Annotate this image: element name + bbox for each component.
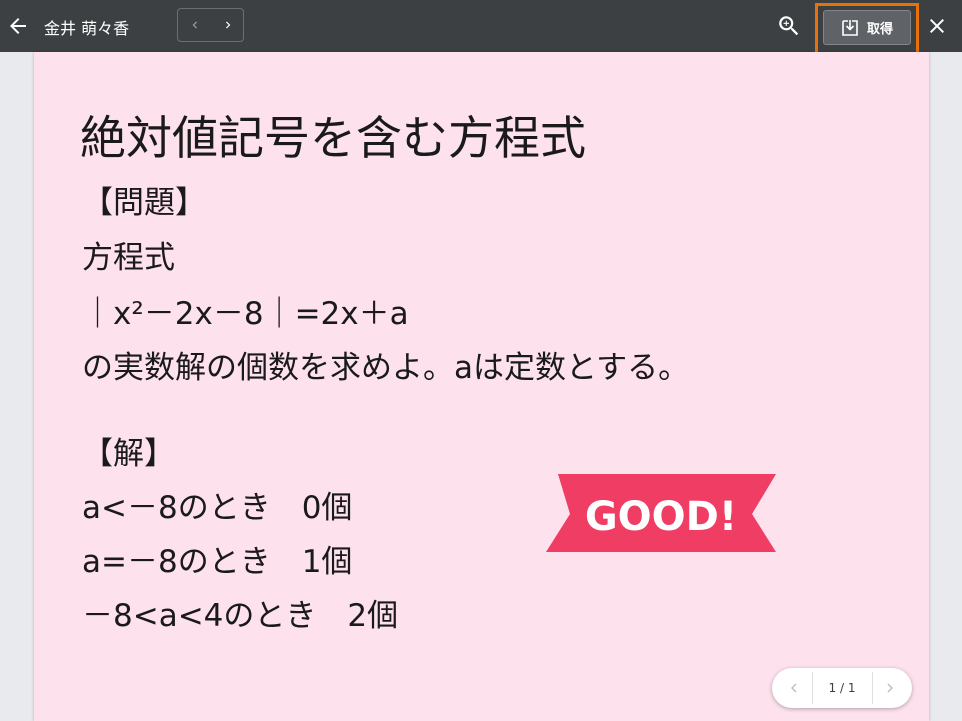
pager-previous-button[interactable] [774, 668, 814, 708]
close-button[interactable] [925, 14, 949, 38]
close-icon [930, 19, 944, 33]
next-button[interactable] [211, 9, 244, 41]
zoom-in-icon [779, 16, 799, 36]
solution-line-2: a=－8のとき 1個 [82, 544, 353, 580]
solution-heading: 【解】 [82, 436, 175, 472]
problem-line-3: の実数解の個数を求めよ。aは定数とする。 [82, 350, 690, 386]
slide-page: 絶対値記号を含む方程式 【問題】 方程式 ｜x²－2x－8｜=2x＋a の実数解… [34, 52, 929, 721]
back-arrow-icon [10, 18, 26, 34]
top-bar: 金井 萌々香 取得 [0, 0, 962, 56]
chevron-right-icon [225, 21, 230, 29]
solution-line-1: a<－8のとき 0個 [82, 490, 353, 526]
chevron-right-icon [887, 683, 893, 693]
equation-line: ｜x²－2x－8｜=2x＋a [82, 296, 409, 332]
solution-line-3: －8<a<4のとき 2個 [82, 598, 399, 634]
chevron-left-icon [791, 683, 797, 693]
pager-next-button[interactable] [870, 668, 910, 708]
download-icon [842, 19, 858, 36]
page-pager: 1 / 1 [772, 668, 912, 708]
problem-heading: 【問題】 [82, 185, 206, 221]
page-nav-group [177, 8, 244, 42]
user-name: 金井 萌々香 [44, 19, 130, 38]
good-stamp: GOOD! [546, 474, 776, 552]
chevron-left-icon [192, 21, 197, 29]
problem-line-1: 方程式 [82, 240, 175, 276]
good-stamp-text: GOOD! [585, 494, 737, 540]
back-button[interactable] [6, 14, 30, 38]
slide-title: 絶対値記号を含む方程式 [80, 111, 586, 165]
get-button[interactable]: 取得 [823, 10, 911, 45]
previous-button[interactable] [178, 9, 211, 41]
get-button-label: 取得 [866, 22, 893, 37]
zoom-button[interactable] [776, 13, 802, 39]
page-counter: 1 / 1 [828, 681, 856, 695]
